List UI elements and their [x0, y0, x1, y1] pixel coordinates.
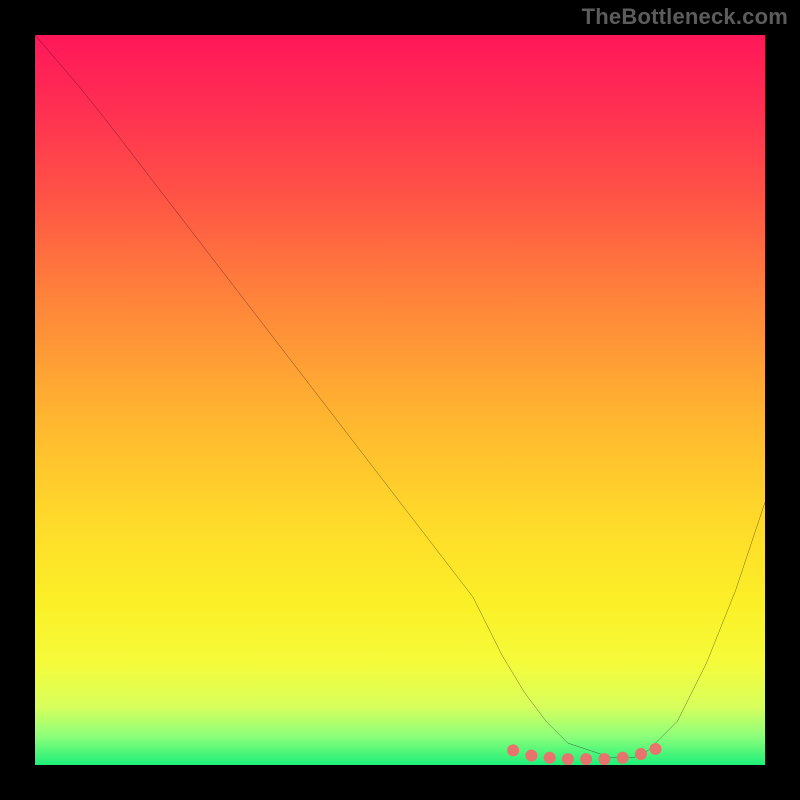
sweet-spot-dot: [580, 753, 592, 765]
chart-svg: [35, 35, 765, 765]
sweet-spot-dot: [598, 753, 610, 765]
sweet-spot-dot: [544, 752, 556, 764]
sweet-spot-dot: [562, 753, 574, 765]
plot-area: [35, 35, 765, 765]
sweet-spot-markers: [507, 743, 661, 765]
chart-frame: TheBottleneck.com: [0, 0, 800, 800]
sweet-spot-dot: [507, 744, 519, 756]
sweet-spot-dot: [649, 743, 661, 755]
sweet-spot-dot: [525, 750, 537, 762]
bottleneck-curve: [35, 35, 765, 758]
watermark-text: TheBottleneck.com: [582, 4, 788, 30]
sweet-spot-dot: [617, 752, 629, 764]
sweet-spot-dot: [635, 748, 647, 760]
